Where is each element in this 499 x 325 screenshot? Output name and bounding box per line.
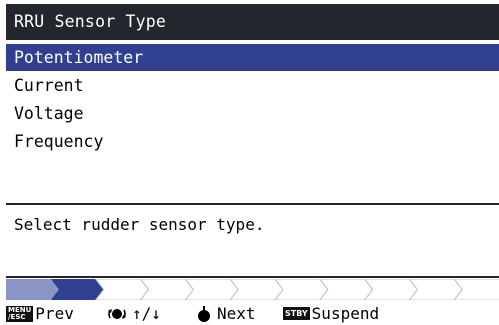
option-potentiometer[interactable]: Potentiometer (6, 44, 499, 71)
progress-step-8 (319, 279, 374, 300)
progress-step-7 (274, 279, 329, 300)
rotary-knob-icon (106, 305, 128, 323)
instruction-text: Select rudder sensor type. (14, 215, 265, 234)
progress-step-3 (95, 279, 150, 300)
suspend-label: Suspend (311, 304, 380, 323)
divider-bottom (6, 276, 499, 278)
sensor-type-screen: RRU Sensor Type Potentiometer Current Vo… (0, 0, 499, 325)
progress-step-5 (184, 279, 239, 300)
progress-step-10 (408, 279, 463, 300)
stby-key-icon: STBY (283, 307, 310, 320)
prev-label: Prev (35, 304, 74, 323)
next-label: Next (217, 304, 256, 323)
wizard-progress-bar (6, 279, 499, 300)
divider-top (6, 203, 499, 205)
softkey-bar: MENU /ESC Prev ↑/↓ Next STBY Suspend (6, 302, 499, 325)
progress-step-6 (229, 279, 284, 300)
option-current[interactable]: Current (6, 72, 499, 99)
option-voltage[interactable]: Voltage (6, 100, 499, 127)
menu-esc-key-icon: MENU /ESC (6, 305, 34, 322)
option-frequency[interactable]: Frequency (6, 128, 499, 155)
knob-softkey[interactable]: ↑/↓ (106, 302, 161, 325)
progress-step-4 (139, 279, 194, 300)
push-knob-icon (197, 305, 211, 323)
sensor-type-list: Potentiometer Current Voltage Frequency (6, 44, 499, 201)
next-softkey[interactable]: Next (197, 302, 256, 325)
progress-step-11 (453, 279, 499, 300)
prev-softkey[interactable]: MENU /ESC Prev (6, 302, 74, 325)
knob-label: ↑/↓ (132, 304, 161, 323)
suspend-softkey[interactable]: STBY Suspend (283, 302, 379, 325)
screen-title: RRU Sensor Type (6, 4, 499, 40)
progress-step-9 (363, 279, 418, 300)
progress-step-1 (6, 279, 59, 300)
